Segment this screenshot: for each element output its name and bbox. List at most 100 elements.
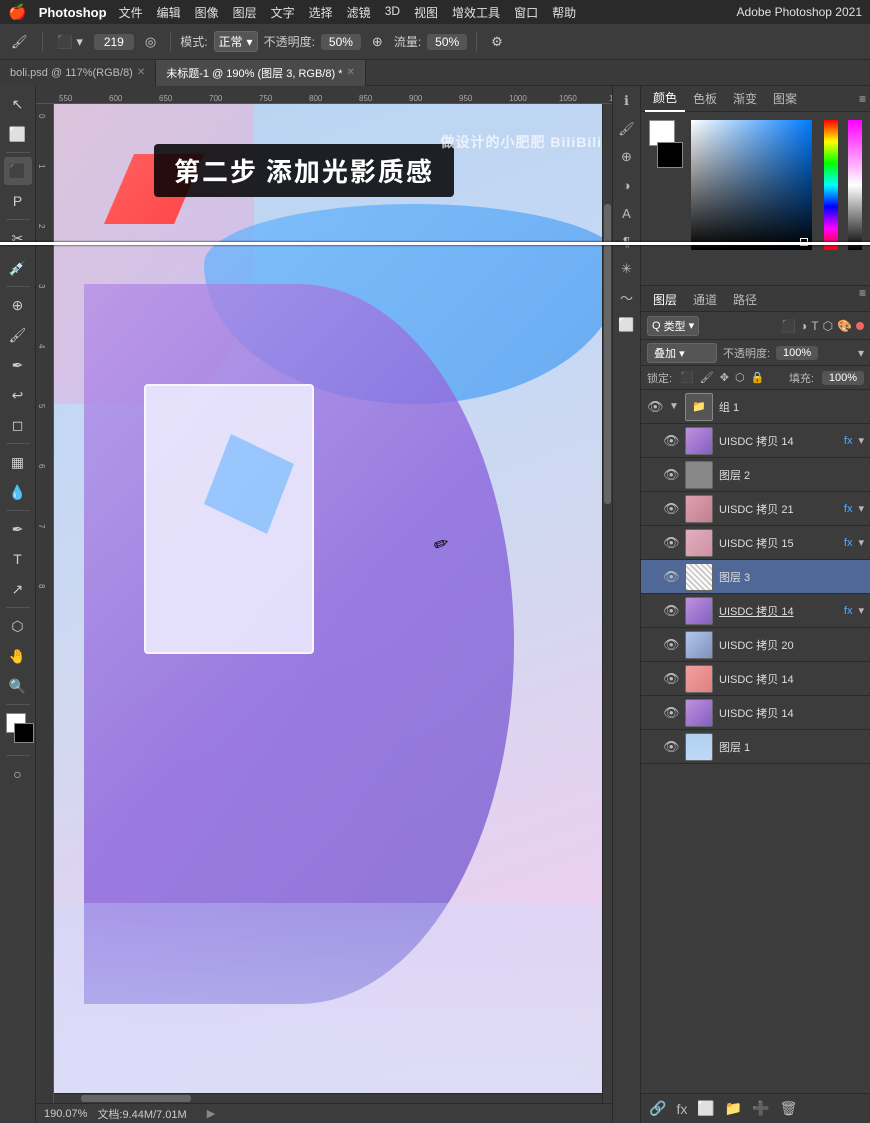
marquee-tool[interactable]: ⬛	[4, 157, 32, 185]
brush-shape-btn[interactable]: ◎	[140, 32, 161, 52]
tab-patterns[interactable]: 图案	[765, 86, 805, 112]
menu-filter[interactable]: 滤镜	[347, 4, 371, 21]
tab-gradients[interactable]: 渐变	[725, 86, 765, 112]
add-style-btn[interactable]: fx	[676, 1101, 687, 1117]
layer-item-8[interactable]: 👁 UISDC 拷贝 20	[641, 628, 870, 662]
add-mask-btn[interactable]: ⬜	[697, 1100, 714, 1117]
smoothing-btn[interactable]: ⚙	[486, 32, 508, 52]
path-select-tool[interactable]: ↗	[4, 575, 32, 603]
layer-eye-8[interactable]: 👁	[663, 637, 679, 653]
tab-untitled[interactable]: 未标题-1 @ 190% (图层 3, RGB/8) * ✕	[156, 60, 366, 86]
apple-menu[interactable]: 🍎	[8, 3, 27, 21]
layer-group-1[interactable]: 👁 ▼ 📁 组 1	[641, 390, 870, 424]
layers-panel-menu[interactable]: ≡	[859, 286, 866, 311]
character-icon[interactable]: A	[616, 202, 638, 224]
filter-shape-icon[interactable]: ⬡	[823, 319, 833, 333]
blur-tool[interactable]: 💧	[4, 478, 32, 506]
brush-preset-btn[interactable]: ⬛ ▾	[52, 32, 88, 52]
filter-pixel-icon[interactable]: ⬛	[781, 319, 796, 333]
pen-tool[interactable]: ✒	[4, 515, 32, 543]
tab-layers[interactable]: 图层	[645, 286, 685, 312]
layer-eye-6[interactable]: 👁	[663, 569, 679, 585]
layer-eye-3[interactable]: 👁	[663, 467, 679, 483]
eyedropper-tool[interactable]: 💉	[4, 254, 32, 282]
menu-select[interactable]: 选择	[309, 4, 333, 21]
layer-item-4[interactable]: 👁 UISDC 拷贝 21 fx ▾	[641, 492, 870, 526]
blend-mode-dropdown[interactable]: 叠加 ▾	[647, 343, 717, 363]
layer-item-9[interactable]: 👁 UISDC 拷贝 14	[641, 662, 870, 696]
move-tool[interactable]: ↖	[4, 90, 32, 118]
lock-all-icon[interactable]: 🔒	[751, 371, 765, 384]
brush-tool[interactable]: 🖌	[4, 321, 32, 349]
new-group-btn[interactable]: 📁	[725, 1100, 742, 1117]
layer-item-2[interactable]: 👁 UISDC 拷贝 14 fx ▾	[641, 424, 870, 458]
brush-settings-icon[interactable]: 🖌	[616, 118, 638, 140]
shape-tool[interactable]: ⬡	[4, 612, 32, 640]
menu-help[interactable]: 帮助	[552, 4, 576, 21]
layer-eye-9[interactable]: 👁	[663, 671, 679, 687]
group-expand-1[interactable]: ▼	[669, 401, 679, 412]
quick-mask[interactable]: ○	[4, 760, 32, 788]
layer-item-6[interactable]: 👁 图层 3	[641, 560, 870, 594]
bg-color[interactable]	[14, 723, 34, 743]
filter-text-icon[interactable]: T	[811, 319, 818, 333]
menu-3d[interactable]: 3D	[385, 4, 400, 21]
lock-move-icon[interactable]: ✥	[720, 371, 729, 384]
brush-size-value[interactable]: 219	[94, 34, 134, 50]
layer-fx-arrow-4[interactable]: ▾	[858, 502, 864, 515]
layer-fx-2[interactable]: fx	[844, 435, 853, 447]
tab-boli[interactable]: boli.psd @ 117%(RGB/8) ✕	[0, 60, 156, 86]
layer-eye-11[interactable]: 👁	[663, 739, 679, 755]
color-panel-menu[interactable]: ≡	[859, 92, 866, 106]
menu-file[interactable]: 文件	[119, 4, 143, 21]
clone-settings-icon[interactable]: ⊕	[616, 146, 638, 168]
curves-icon[interactable]: 〜	[616, 286, 638, 308]
artboard-tool[interactable]: ⬜	[4, 120, 32, 148]
opacity-value[interactable]: 100%	[776, 346, 818, 360]
layer-fx-arrow-5[interactable]: ▾	[858, 536, 864, 549]
info-icon[interactable]: ℹ	[616, 90, 638, 112]
menu-edit[interactable]: 编辑	[157, 4, 181, 21]
brush-tool-btn[interactable]: 🖌	[6, 32, 33, 52]
layer-eye-2[interactable]: 👁	[663, 433, 679, 449]
heal-tool[interactable]: ⊕	[4, 291, 32, 319]
layer-item-3[interactable]: 👁 图层 2	[641, 458, 870, 492]
layer-item-10[interactable]: 👁 UISDC 拷贝 14	[641, 696, 870, 730]
link-layers-btn[interactable]: 🔗	[649, 1100, 666, 1117]
tab-swatches[interactable]: 色板	[685, 86, 725, 112]
layer-eye-1[interactable]: 👁	[647, 399, 663, 415]
layer-fx-5[interactable]: fx	[844, 537, 853, 549]
tab-untitled-close[interactable]: ✕	[346, 67, 354, 78]
mode-dropdown[interactable]: 正常 ▾	[214, 31, 258, 52]
layer-item-5[interactable]: 👁 UISDC 拷贝 15 fx ▾	[641, 526, 870, 560]
lasso-tool[interactable]: P	[4, 187, 32, 215]
canvas-scrollbar-vertical[interactable]	[602, 104, 612, 1103]
filter-adjust-icon[interactable]: ◑	[800, 319, 807, 333]
bg-color-swatch[interactable]	[657, 142, 683, 168]
menu-image[interactable]: 图像	[195, 4, 219, 21]
filter-type-dropdown[interactable]: Q 类型 ▾	[647, 316, 699, 336]
layer-item-7[interactable]: 👁 UISDC 拷贝 14 fx ▾	[641, 594, 870, 628]
layer-fx-arrow-2[interactable]: ▾	[858, 434, 864, 447]
lock-transparent-icon[interactable]: ⬛	[680, 371, 694, 384]
flow-value[interactable]: 50%	[427, 34, 467, 50]
eraser-tool[interactable]: ◻	[4, 411, 32, 439]
history-brush[interactable]: ↩	[4, 381, 32, 409]
airbrush-btn[interactable]: ⊕	[367, 32, 388, 52]
canvas-scrollbar-horizontal[interactable]	[54, 1093, 602, 1103]
hue-slider[interactable]	[824, 120, 838, 250]
layer-fx-4[interactable]: fx	[844, 503, 853, 515]
menu-text[interactable]: 文字	[271, 4, 295, 21]
new-layer-btn[interactable]: ➕	[752, 1100, 769, 1117]
layer-eye-7[interactable]: 👁	[663, 603, 679, 619]
layer-list[interactable]: 👁 ▼ 📁 组 1 👁 UISDC 拷贝 14 fx ▾	[641, 390, 870, 1093]
tab-channels[interactable]: 通道	[685, 286, 725, 312]
delete-layer-btn[interactable]: 🗑	[780, 1100, 798, 1117]
color-gradient-box[interactable]	[691, 120, 812, 250]
tab-paths[interactable]: 路径	[725, 286, 765, 312]
lock-artboard-icon[interactable]: ⬡	[735, 371, 745, 384]
fill-value[interactable]: 100%	[822, 371, 864, 385]
scrollbar-thumb-v[interactable]	[604, 204, 611, 504]
menu-window[interactable]: 窗口	[514, 4, 538, 21]
menu-plugins[interactable]: 增效工具	[452, 4, 500, 21]
